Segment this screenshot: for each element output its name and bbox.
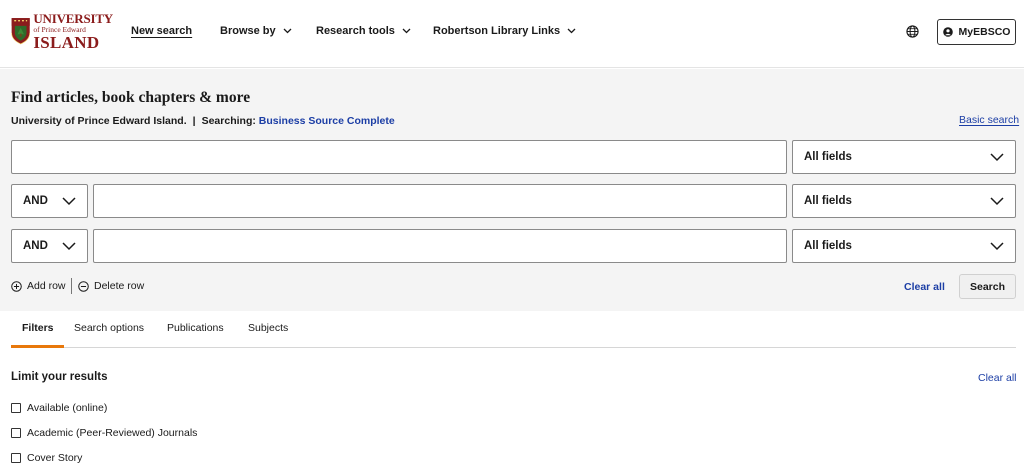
operator-value: AND xyxy=(23,195,48,207)
plus-circle-icon xyxy=(11,280,22,292)
myebsco-label: MyEBSCO xyxy=(958,26,1011,38)
filter-label: Available (online) xyxy=(27,402,108,414)
database-link[interactable]: Business Source Complete xyxy=(259,115,395,127)
nav-research-tools-label: Research tools xyxy=(316,25,395,37)
field-select-row-3[interactable]: All fields xyxy=(792,229,1016,263)
search-button[interactable]: Search xyxy=(959,274,1016,299)
chevron-down-icon xyxy=(283,28,292,34)
filter-peer-reviewed[interactable]: Academic (Peer-Reviewed) Journals xyxy=(11,427,197,439)
active-tab-indicator xyxy=(11,345,64,348)
search-input-row-2[interactable] xyxy=(93,184,787,218)
checkbox[interactable] xyxy=(11,453,21,463)
nav-new-search-label: New search xyxy=(131,25,193,37)
operator-select-row-3[interactable]: AND xyxy=(11,229,88,263)
checkbox[interactable] xyxy=(11,428,21,438)
delete-row-label: Delete row xyxy=(94,280,145,292)
logo-line-3: ISLAND xyxy=(33,32,100,52)
filter-available-online[interactable]: Available (online) xyxy=(11,402,107,414)
operator-value: AND xyxy=(23,240,48,252)
chevron-down-icon xyxy=(62,197,76,206)
minus-circle-icon xyxy=(78,280,89,292)
delete-row-button[interactable]: Delete row xyxy=(78,280,144,292)
search-context: University of Prince Edward Island. | Sear… xyxy=(11,115,395,127)
tab-subjects[interactable]: Subjects xyxy=(248,322,288,334)
chevron-down-icon xyxy=(990,153,1004,162)
nav-browse-by[interactable]: Browse by xyxy=(220,25,292,37)
checkbox[interactable] xyxy=(11,403,21,413)
filter-label: Cover Story xyxy=(27,452,83,464)
globe-icon[interactable] xyxy=(906,25,919,38)
search-input-row-3[interactable] xyxy=(93,229,787,263)
add-row-label: Add row xyxy=(27,280,66,292)
university-crest-icon xyxy=(11,18,31,45)
top-header: UNIVERSITY of Prince Edward ISLAND New s… xyxy=(0,0,1024,68)
clear-all-filters-button[interactable]: Clear all xyxy=(978,372,1017,384)
basic-search-link[interactable]: Basic search xyxy=(959,114,1019,126)
tab-publications[interactable]: Publications xyxy=(167,322,224,334)
chevron-down-icon xyxy=(567,28,576,34)
tab-filters[interactable]: Filters xyxy=(22,322,54,334)
limit-results-heading: Limit your results xyxy=(11,371,108,383)
chevron-down-icon xyxy=(990,242,1004,251)
nav-robertson-library-links[interactable]: Robertson Library Links xyxy=(433,25,576,37)
field-select-value: All fields xyxy=(804,151,852,163)
row-controls-divider xyxy=(71,278,72,294)
add-row-button[interactable]: Add row xyxy=(11,280,66,292)
context-separator: | xyxy=(192,115,196,127)
tab-search-options[interactable]: Search options xyxy=(74,322,144,334)
field-select-value: All fields xyxy=(804,240,852,252)
chevron-down-icon xyxy=(402,28,411,34)
filter-cover-story[interactable]: Cover Story xyxy=(11,452,82,464)
field-select-value: All fields xyxy=(804,195,852,207)
nav-new-search[interactable]: New search xyxy=(131,25,192,37)
clear-all-search-button[interactable]: Clear all xyxy=(904,281,945,293)
chevron-down-icon xyxy=(990,197,1004,206)
field-select-row-2[interactable]: All fields xyxy=(792,184,1016,218)
chevron-down-icon xyxy=(62,242,76,251)
institution-name: University of Prince Edward Island. xyxy=(11,115,187,127)
myebsco-button[interactable]: MyEBSCO xyxy=(937,19,1016,45)
tabs-divider xyxy=(11,347,1016,348)
searching-label: Searching: xyxy=(201,115,256,127)
field-select-row-1[interactable]: All fields xyxy=(792,140,1016,174)
filter-label: Academic (Peer-Reviewed) Journals xyxy=(27,427,198,439)
user-icon xyxy=(942,27,953,37)
university-wordmark: UNIVERSITY of Prince Edward ISLAND xyxy=(33,10,113,51)
university-logo[interactable]: UNIVERSITY of Prince Edward ISLAND xyxy=(11,10,113,54)
page-title: Find articles, book chapters & more xyxy=(11,89,251,106)
nav-research-tools[interactable]: Research tools xyxy=(316,25,411,37)
nav-robertson-library-links-label: Robertson Library Links xyxy=(433,25,561,37)
search-input-row-1[interactable] xyxy=(11,140,787,174)
operator-select-row-2[interactable]: AND xyxy=(11,184,88,218)
nav-browse-by-label: Browse by xyxy=(220,25,276,37)
logo-line-1: UNIVERSITY xyxy=(33,11,113,26)
